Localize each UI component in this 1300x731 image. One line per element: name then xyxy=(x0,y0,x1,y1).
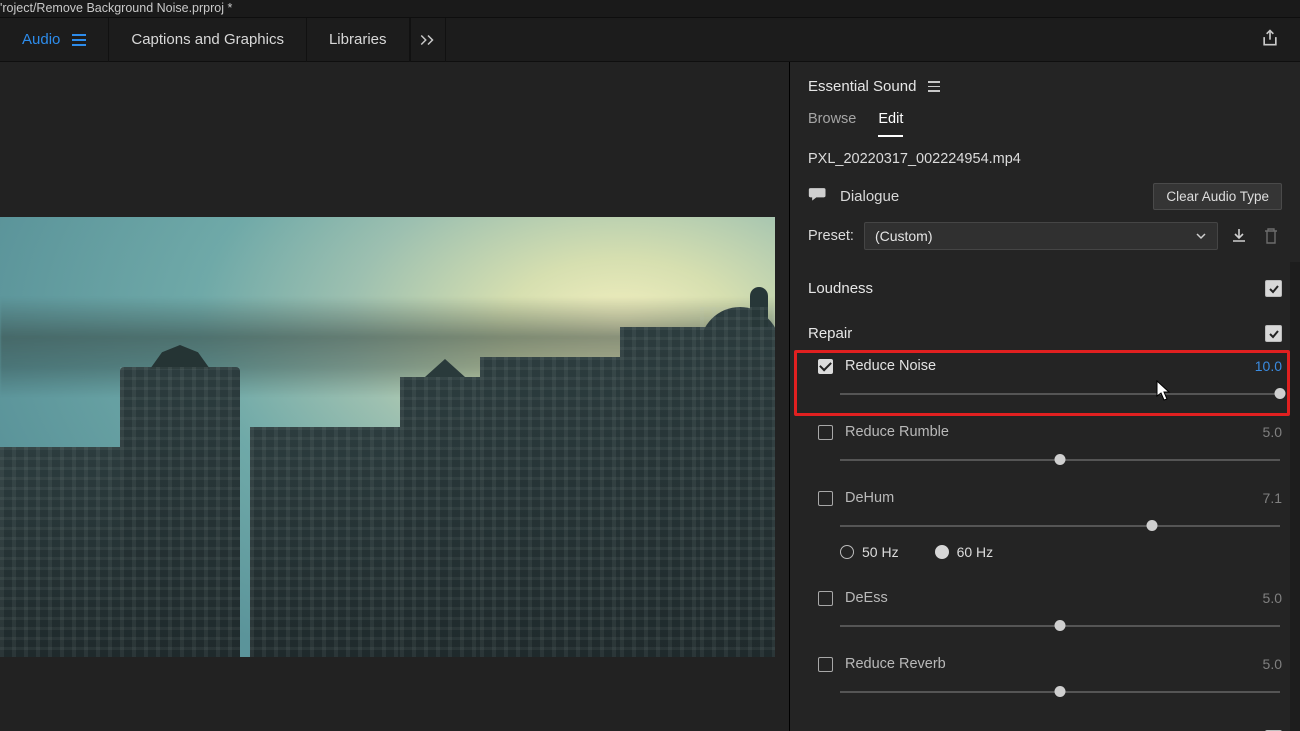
workspace-tab-captions[interactable]: Captions and Graphics xyxy=(109,18,307,62)
essential-sound-panel: Essential Sound Browse Edit PXL_20220317… xyxy=(790,62,1300,731)
reduce-rumble-slider[interactable] xyxy=(840,454,1280,466)
loudness-checkbox[interactable] xyxy=(1265,280,1282,297)
radio-50hz[interactable]: 50 Hz xyxy=(840,544,899,560)
deess-slider[interactable] xyxy=(840,620,1280,632)
repair-checkbox[interactable] xyxy=(1265,325,1282,342)
dehum-slider[interactable] xyxy=(840,520,1280,532)
trash-icon xyxy=(1263,227,1279,245)
title-bar: 'roject/Remove Background Noise.prproj * xyxy=(0,0,1300,18)
workspace-tab-label: Audio xyxy=(22,31,60,48)
dehum-checkbox[interactable] xyxy=(818,491,833,506)
delete-preset-button[interactable] xyxy=(1260,225,1282,247)
audio-type-label: Dialogue xyxy=(840,188,899,205)
panel-menu-icon[interactable] xyxy=(928,81,940,92)
deess-value[interactable]: 5.0 xyxy=(1263,590,1282,606)
deess-label: DeEss xyxy=(845,590,888,606)
section-clarity[interactable]: Clarity xyxy=(808,712,1288,731)
reduce-rumble-value[interactable]: 5.0 xyxy=(1263,424,1282,440)
reduce-noise-checkbox[interactable] xyxy=(818,359,833,374)
save-preset-button[interactable] xyxy=(1228,225,1250,247)
export-share-button[interactable] xyxy=(1260,28,1280,53)
workspace-tab-label: Libraries xyxy=(329,31,387,48)
reduce-reverb-label: Reduce Reverb xyxy=(845,656,946,672)
reduce-reverb-checkbox[interactable] xyxy=(818,657,833,672)
video-preview xyxy=(0,217,775,657)
workspace-tab-audio[interactable]: Audio xyxy=(0,18,109,62)
workspace-tab-label: Captions and Graphics xyxy=(131,31,284,48)
dialogue-icon xyxy=(808,185,828,208)
item-reduce-rumble: Reduce Rumble 5.0 xyxy=(808,414,1288,480)
audio-type-row: Dialogue Clear Audio Type xyxy=(790,179,1300,222)
workspace-toolbar: Audio Captions and Graphics Libraries xyxy=(0,18,1300,62)
reduce-noise-value[interactable]: 10.0 xyxy=(1255,358,1282,374)
tab-edit[interactable]: Edit xyxy=(878,111,903,137)
radio-disc-icon xyxy=(840,545,854,559)
dehum-value[interactable]: 7.1 xyxy=(1263,490,1282,506)
reduce-noise-label: Reduce Noise xyxy=(845,358,936,374)
item-reduce-noise: Reduce Noise 10.0 xyxy=(808,348,1288,414)
reduce-rumble-label: Reduce Rumble xyxy=(845,424,949,440)
workspace-overflow-button[interactable] xyxy=(410,18,446,62)
item-deess: DeEss 5.0 xyxy=(808,580,1288,646)
radio-60hz-label: 60 Hz xyxy=(957,544,994,560)
item-dehum: DeHum 7.1 50 Hz xyxy=(808,480,1288,580)
panel-scrollbar[interactable] xyxy=(1290,262,1300,731)
preset-dropdown[interactable]: (Custom) xyxy=(864,222,1218,250)
program-monitor[interactable] xyxy=(0,62,790,731)
chevron-down-icon xyxy=(1195,230,1207,242)
radio-50hz-label: 50 Hz xyxy=(862,544,899,560)
deess-checkbox[interactable] xyxy=(818,591,833,606)
repair-items: Reduce Noise 10.0 xyxy=(808,348,1288,712)
section-label: Loudness xyxy=(808,280,873,297)
check-icon xyxy=(1268,283,1280,295)
sections: Loudness Repair xyxy=(790,266,1300,731)
reduce-rumble-checkbox[interactable] xyxy=(818,425,833,440)
dehum-label: DeHum xyxy=(845,490,894,506)
section-repair[interactable]: Repair xyxy=(808,311,1288,348)
reduce-reverb-slider[interactable] xyxy=(840,686,1280,698)
hamburger-icon xyxy=(72,34,86,46)
chevrons-right-icon xyxy=(419,32,437,48)
radio-60hz[interactable]: 60 Hz xyxy=(935,544,994,560)
share-icon xyxy=(1260,28,1280,48)
clear-audio-type-button[interactable]: Clear Audio Type xyxy=(1153,183,1282,210)
reduce-noise-slider[interactable] xyxy=(840,388,1280,400)
clip-filename: PXL_20220317_002224954.mp4 xyxy=(790,137,1300,179)
radio-disc-icon xyxy=(935,545,949,559)
preset-row: Preset: (Custom) xyxy=(790,222,1300,266)
section-label: Repair xyxy=(808,325,852,342)
tab-browse[interactable]: Browse xyxy=(808,111,856,137)
workspace-tab-libraries[interactable]: Libraries xyxy=(307,18,410,62)
panel-header: Essential Sound xyxy=(790,62,1300,103)
download-icon xyxy=(1230,227,1248,245)
check-icon xyxy=(1268,328,1280,340)
reduce-reverb-value[interactable]: 5.0 xyxy=(1263,656,1282,672)
section-loudness[interactable]: Loudness xyxy=(808,266,1288,311)
preset-label: Preset: xyxy=(808,228,854,244)
dehum-frequency-radios: 50 Hz 60 Hz xyxy=(818,532,1282,566)
panel-tabs: Browse Edit xyxy=(790,103,1300,137)
panel-title: Essential Sound xyxy=(808,78,916,95)
main-area: Essential Sound Browse Edit PXL_20220317… xyxy=(0,62,1300,731)
preset-value: (Custom) xyxy=(875,228,933,244)
item-reduce-reverb: Reduce Reverb 5.0 xyxy=(808,646,1288,712)
